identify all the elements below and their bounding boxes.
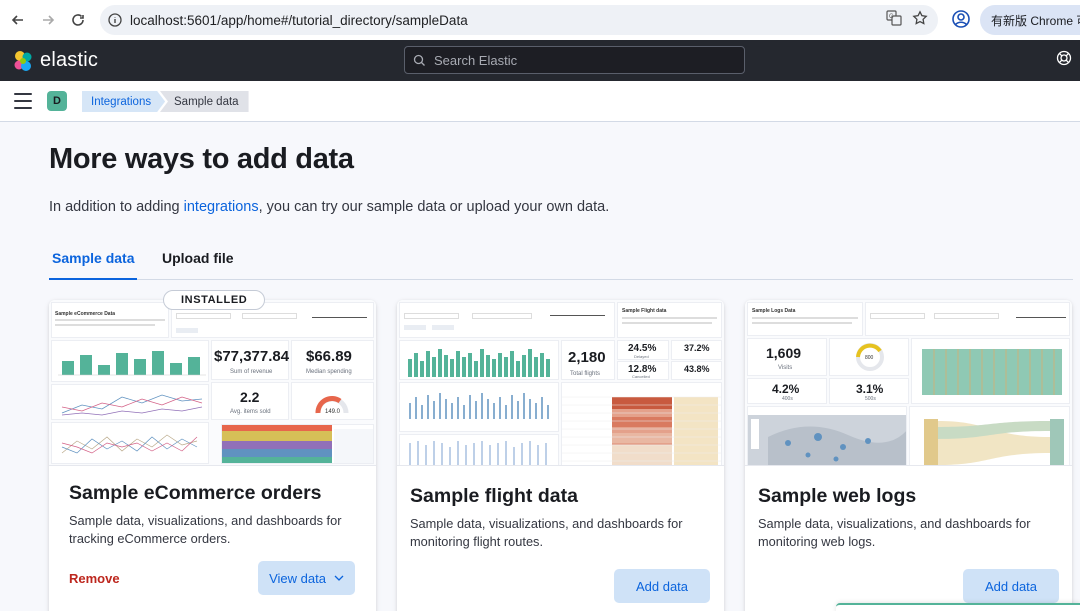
flights-type-chart [399, 434, 559, 465]
view-data-button[interactable]: View data [258, 561, 355, 595]
logs-dashboard-preview: Sample Logs Data 1,609 Visits 800 4.2% 4… [745, 300, 1072, 466]
tabs: Sample data Upload file [48, 240, 1073, 280]
chrome-update-button[interactable]: 有新版 Chrome 可用 [980, 5, 1080, 35]
space-avatar[interactable]: D [47, 91, 67, 111]
toast-notification[interactable] [836, 603, 1080, 611]
arrow-left-icon [11, 15, 23, 25]
ecommerce-dashboard-preview: Sample eCommerce Data $77,377.84 Sum of … [49, 300, 376, 466]
installed-badge: INSTALLED [163, 290, 266, 310]
translate-icon[interactable]: G [886, 10, 902, 31]
add-data-button[interactable]: Add data [614, 569, 710, 603]
elastic-wordmark: elastic [40, 49, 99, 71]
flights-dashboard-preview: Sample Flight data 2,180 Total flights 2… [397, 300, 724, 466]
help-icon[interactable] [1056, 50, 1072, 71]
logs-area-chart [911, 338, 1070, 404]
breadcrumb-sample-data: Sample data [160, 91, 249, 112]
integrations-link[interactable]: integrations [184, 199, 259, 215]
remove-link[interactable]: Remove [69, 571, 120, 586]
ecommerce-stacked-chart [221, 424, 374, 464]
card-description: Sample data, visualizations, and dashboa… [410, 516, 683, 549]
hamburger-menu-icon[interactable] [14, 93, 32, 109]
browser-toolbar: localhost:5601/app/home#/tutorial_direct… [0, 0, 1080, 40]
card-title: Sample eCommerce orders [69, 482, 322, 504]
breadcrumb-integrations[interactable]: Integrations [82, 91, 165, 112]
card-title: Sample flight data [410, 485, 578, 507]
page-title: More ways to add data [49, 143, 354, 175]
page-subtitle: In addition to adding integrations, you … [49, 199, 610, 215]
url-text: localhost:5601/app/home#/tutorial_direct… [130, 12, 468, 28]
reload-icon [72, 14, 84, 26]
chevron-down-icon [334, 575, 344, 581]
flights-bar-chart [399, 340, 559, 380]
ecommerce-area-chart [51, 422, 209, 464]
elastic-logo[interactable]: elastic [12, 49, 98, 72]
flights-delay-chart [399, 382, 559, 432]
search-icon [413, 54, 425, 66]
card-web-logs: Sample Logs Data 1,609 Visits 800 4.2% 4… [745, 300, 1072, 611]
bookmark-star-icon[interactable] [912, 10, 928, 31]
arrow-right-icon [43, 15, 55, 25]
site-info-icon[interactable] [100, 13, 130, 27]
ecommerce-bar-chart [51, 340, 209, 382]
add-data-button[interactable]: Add data [963, 569, 1059, 603]
tab-upload-file[interactable]: Upload file [162, 250, 234, 266]
address-bar[interactable]: localhost:5601/app/home#/tutorial_direct… [100, 5, 938, 35]
svg-text:G: G [889, 14, 894, 20]
elastic-logo-icon [14, 50, 32, 71]
logs-map [747, 406, 907, 465]
profile-icon[interactable] [950, 8, 972, 35]
flights-table [561, 382, 722, 465]
tab-sample-data[interactable]: Sample data [48, 250, 138, 280]
card-description: Sample data, visualizations, and dashboa… [758, 516, 1031, 549]
logs-sankey-chart [909, 406, 1070, 465]
card-flights: Sample Flight data 2,180 Total flights 2… [397, 300, 724, 611]
breadcrumb-bar: D Integrations Sample data [0, 81, 1080, 122]
reload-button[interactable] [64, 6, 92, 34]
card-ecommerce: Sample eCommerce Data $77,377.84 Sum of … [49, 300, 376, 611]
kibana-header: elastic [0, 40, 1080, 81]
search-input[interactable] [434, 52, 734, 68]
card-description: Sample data, visualizations, and dashboa… [69, 513, 342, 546]
ecommerce-line-chart [51, 384, 209, 420]
card-title: Sample web logs [758, 485, 917, 507]
global-search[interactable] [404, 46, 745, 74]
back-button[interactable] [4, 6, 32, 34]
forward-button[interactable] [34, 6, 62, 34]
